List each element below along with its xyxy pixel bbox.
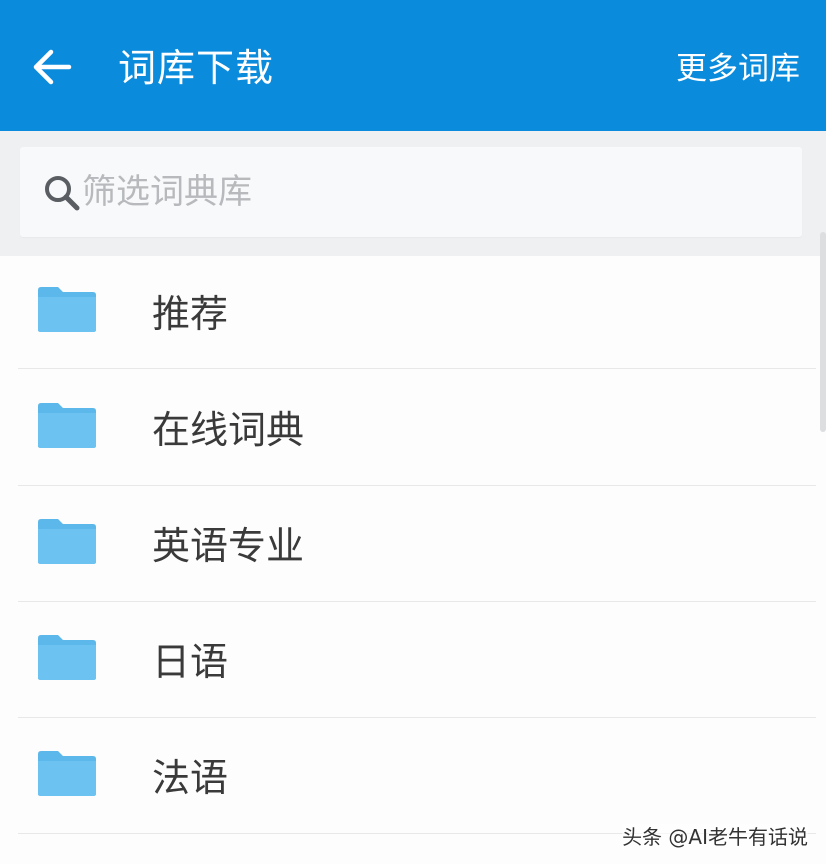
folder-icon bbox=[38, 519, 96, 564]
dictionary-category-list: 推荐 在线词典 英语专业 日语 法语 bbox=[0, 232, 826, 864]
divider bbox=[18, 368, 816, 369]
more-dictionaries-button[interactable]: 更多词库 bbox=[676, 44, 800, 94]
back-button[interactable] bbox=[18, 36, 86, 98]
list-item-label: 英语专业 bbox=[152, 524, 305, 568]
search-icon bbox=[45, 176, 80, 211]
divider bbox=[18, 717, 816, 718]
folder-icon bbox=[38, 287, 96, 332]
list-item-online-dictionary[interactable]: 在线词典 bbox=[0, 372, 816, 488]
list-item-label: 日语 bbox=[152, 640, 229, 684]
divider bbox=[18, 601, 816, 602]
search-input[interactable] bbox=[82, 167, 762, 217]
divider bbox=[18, 485, 816, 486]
list-item-japanese[interactable]: 日语 bbox=[0, 604, 816, 720]
page-title: 词库下载 bbox=[118, 46, 275, 90]
app-bar: 词库下载 更多词库 bbox=[0, 0, 826, 131]
folder-icon bbox=[38, 403, 96, 448]
list-item-label: 在线词典 bbox=[152, 408, 305, 452]
folder-icon bbox=[38, 635, 96, 680]
screen: 词库下载 更多词库 推荐 在线词典 bbox=[0, 0, 826, 864]
watermark: 头条 @AI老牛有话说 bbox=[622, 824, 808, 850]
search-bar-container bbox=[0, 131, 826, 256]
list-item-french[interactable]: 法语 bbox=[0, 720, 816, 836]
search-box[interactable] bbox=[20, 147, 802, 237]
list-item-recommended[interactable]: 推荐 bbox=[0, 256, 816, 372]
list-item-english-major[interactable]: 英语专业 bbox=[0, 488, 816, 604]
list-item-label: 推荐 bbox=[152, 292, 229, 336]
scrollbar[interactable] bbox=[820, 232, 826, 432]
arrow-left-icon bbox=[33, 49, 72, 85]
folder-icon bbox=[38, 751, 96, 796]
list-item-label: 法语 bbox=[152, 756, 229, 800]
